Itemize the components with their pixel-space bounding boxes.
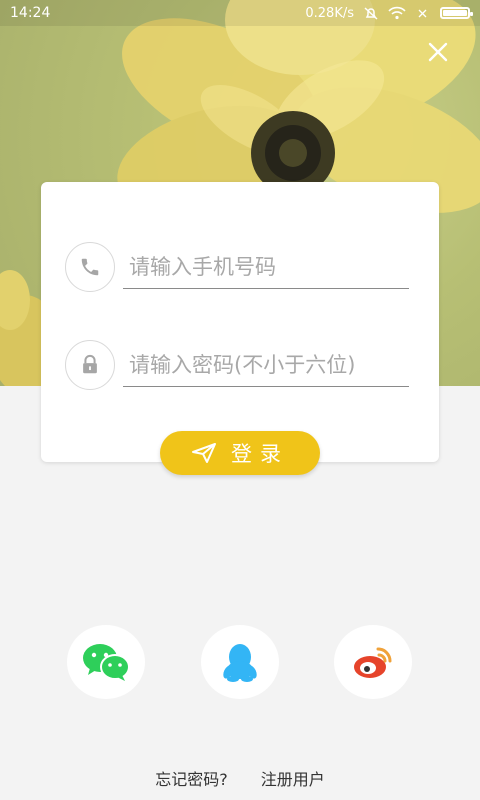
- wechat-icon: [83, 644, 130, 681]
- phone-icon: [81, 258, 99, 276]
- qq-icon: [223, 644, 257, 682]
- wifi-icon: [388, 6, 406, 20]
- login-button-label: 登录: [231, 442, 289, 466]
- weibo-login-button[interactable]: [334, 625, 412, 699]
- network-speed: 0.28K/s: [305, 5, 354, 21]
- phone-input-wrap: [123, 245, 409, 289]
- wechat-login-button[interactable]: [67, 625, 145, 699]
- send-icon: [192, 443, 216, 463]
- password-input-wrap: [123, 343, 409, 387]
- phone-field-row: [65, 242, 409, 292]
- mute-bell-icon: [364, 7, 378, 20]
- sim-disabled-icon: [418, 9, 427, 18]
- register-link[interactable]: 注册用户: [261, 766, 325, 790]
- close-button[interactable]: [422, 36, 454, 68]
- forgot-password-link[interactable]: 忘记密码?: [155, 766, 228, 790]
- weibo-icon: [354, 647, 392, 678]
- phone-input[interactable]: [123, 245, 409, 288]
- qq-login-button[interactable]: [201, 625, 279, 699]
- footer-links: 忘记密码? 注册用户: [0, 766, 480, 790]
- status-bar: 14:24 0.28K/s: [0, 0, 480, 26]
- status-time: 14:24: [10, 5, 51, 21]
- battery-icon: [440, 7, 473, 19]
- phone-icon-badge: [65, 242, 115, 292]
- close-icon: [428, 42, 448, 62]
- login-button[interactable]: 登录: [160, 431, 320, 475]
- login-card: [41, 182, 439, 462]
- password-input[interactable]: [123, 343, 409, 386]
- password-field-row: [65, 340, 409, 390]
- lock-icon: [83, 354, 97, 374]
- lock-icon-badge: [65, 340, 115, 390]
